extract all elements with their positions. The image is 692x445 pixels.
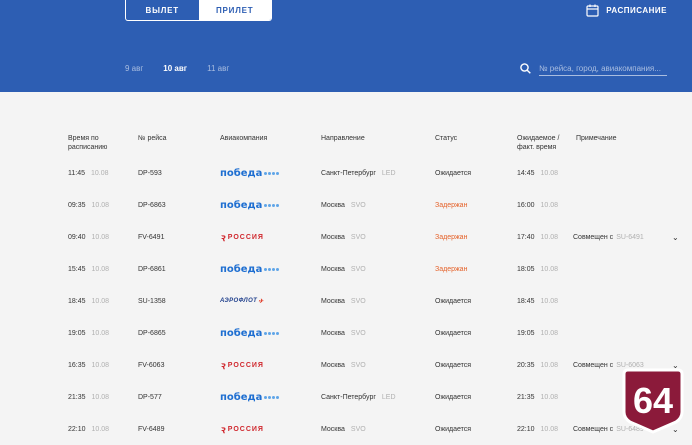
table-row[interactable]: 11:45 10.08 DP-593 победа Санкт-Петербург LED… xyxy=(0,157,692,189)
scheduled-time: 09:40 10.08 xyxy=(68,233,110,241)
status-text: Ожидается xyxy=(435,361,472,369)
status-text: Ожидается xyxy=(435,393,472,401)
arrival-tab[interactable]: ПРИЛЕТ xyxy=(198,0,271,20)
header-flight: № рейса xyxy=(138,135,167,142)
airline-cell: победа xyxy=(220,253,280,285)
region-64-badge: 64 xyxy=(622,368,684,434)
expected-time: 18:45 10.08 xyxy=(517,297,559,305)
date-tabs: 9 авг 10 авг 11 авг xyxy=(125,64,249,73)
expected-time: 17:40 10.08 xyxy=(517,233,559,241)
direction-cell: Москва SVO xyxy=(321,361,366,369)
expected-time: 21:35 10.08 xyxy=(517,393,559,401)
direction-cell: Москва SVO xyxy=(321,425,366,433)
table-row[interactable]: 15:45 10.08 DP-6861 победа Москва SVO Задержан… xyxy=(0,253,692,285)
aeroflot-logo: АЭРОФЛОТ ✈ xyxy=(220,298,264,305)
table-row[interactable]: 09:40 10.08 FV-6491 ꝛ РОССИЯ Москва SVO Задержа… xyxy=(0,221,692,253)
status-text: Ожидается xyxy=(435,169,472,177)
flight-number: FV-6491 xyxy=(138,233,165,241)
status-text: Задержан xyxy=(435,201,468,209)
header-bar: ВЫЛЕТ ПРИЛЕТ РАСПИСАНИЕ 9 авг 10 авг 11 … xyxy=(0,0,692,92)
pobeda-logo: победа xyxy=(220,392,280,403)
scheduled-time: 21:35 10.08 xyxy=(68,393,110,401)
flight-number: FV-6063 xyxy=(138,361,165,369)
status-text: Задержан xyxy=(435,265,468,273)
search-input[interactable] xyxy=(539,62,667,76)
flight-number: DP-6863 xyxy=(138,201,166,209)
flight-number: FV-6489 xyxy=(138,425,165,433)
search-box xyxy=(520,62,667,76)
expected-time: 16:00 10.08 xyxy=(517,201,559,209)
direction-cell: Москва SVO xyxy=(321,265,366,273)
status-text: Задержан xyxy=(435,233,468,241)
expected-time: 22:10 10.08 xyxy=(517,425,559,433)
calendar-icon xyxy=(586,4,599,17)
flight-number: DP-6865 xyxy=(138,329,166,337)
rossiya-logo: ꝛ РОССИЯ xyxy=(220,233,264,244)
expected-time: 14:45 10.08 xyxy=(517,169,559,177)
header-note: Примечание xyxy=(576,135,617,142)
direction-cell: Санкт-Петербург LED xyxy=(321,169,396,177)
table-row[interactable]: 22:10 10.08 FV-6489 ꝛ РОССИЯ Москва SVO Ожидает… xyxy=(0,413,692,445)
header-scheduled: Время по расписанию xyxy=(68,135,108,151)
header-airline: Авиакомпания xyxy=(220,135,268,142)
chevron-down-icon[interactable]: ⌄ xyxy=(672,221,679,253)
table-row[interactable]: 21:35 10.08 DP-577 победа Санкт-Петербург LED… xyxy=(0,381,692,413)
direction-cell: Москва SVO xyxy=(321,201,366,209)
table-row[interactable]: 16:35 10.08 FV-6063 ꝛ РОССИЯ Москва SVO Ожидает… xyxy=(0,349,692,381)
pobeda-logo: победа xyxy=(220,168,280,179)
badge-text: 64 xyxy=(633,380,673,421)
table-row[interactable]: 09:35 10.08 DP-6863 победа Москва SVO Задержан… xyxy=(0,189,692,221)
expected-time: 18:05 10.08 xyxy=(517,265,559,273)
expected-time: 20:35 10.08 xyxy=(517,361,559,369)
scheduled-time: 11:45 10.08 xyxy=(68,169,109,177)
pobeda-logo: победа xyxy=(220,200,280,211)
table-row[interactable]: 18:45 10.08 SU-1358 АЭРОФЛОТ ✈ Москва SVO Ожида… xyxy=(0,285,692,317)
airline-cell: победа xyxy=(220,189,280,221)
rossiya-logo: ꝛ РОССИЯ xyxy=(220,425,264,436)
flight-number: DP-6861 xyxy=(138,265,166,273)
airline-cell: победа xyxy=(220,317,280,349)
direction-cell: Москва SVO xyxy=(321,329,366,337)
status-text: Ожидается xyxy=(435,297,472,305)
airline-cell: ꝛ РОССИЯ xyxy=(220,349,264,381)
search-icon xyxy=(520,63,531,74)
pobeda-logo: победа xyxy=(220,264,280,275)
schedule-label: РАСПИСАНИЕ xyxy=(606,6,667,15)
departure-tab[interactable]: ВЫЛЕТ xyxy=(126,0,199,20)
header-expected: Ожидаемое / факт. время xyxy=(517,135,560,151)
scheduled-time: 15:45 10.08 xyxy=(68,265,110,273)
expected-time: 19:05 10.08 xyxy=(517,329,559,337)
date-tab-prev[interactable]: 9 авг xyxy=(125,64,143,73)
scheduled-time: 09:35 10.08 xyxy=(68,201,110,209)
direction-cell: Москва SVO xyxy=(321,297,366,305)
scheduled-time: 18:45 10.08 xyxy=(68,297,110,305)
airline-cell: ꝛ РОССИЯ xyxy=(220,413,264,445)
airline-cell: победа xyxy=(220,381,280,413)
date-tab-next[interactable]: 11 авг xyxy=(207,64,229,73)
note-cell: Совмещен с SU-6491 xyxy=(573,233,644,241)
pobeda-logo: победа xyxy=(220,328,280,339)
date-tab-current[interactable]: 10 авг xyxy=(163,64,187,73)
table-row[interactable]: 19:05 10.08 DP-6865 победа Москва SVO Ожидаетс… xyxy=(0,317,692,349)
airline-cell: АЭРОФЛОТ ✈ xyxy=(220,285,264,317)
airline-cell: ꝛ РОССИЯ xyxy=(220,221,264,253)
flight-number: DP-593 xyxy=(138,169,162,177)
header-status: Статус xyxy=(435,135,458,142)
schedule-button[interactable]: РАСПИСАНИЕ xyxy=(586,4,667,17)
direction-cell: Санкт-Петербург LED xyxy=(321,393,396,401)
airline-cell: победа xyxy=(220,157,280,189)
header-direction: Направление xyxy=(321,135,365,142)
scheduled-time: 16:35 10.08 xyxy=(68,361,110,369)
direction-toggle: ВЫЛЕТ ПРИЛЕТ xyxy=(125,0,272,21)
flight-number: DP-577 xyxy=(138,393,162,401)
flight-number: SU-1358 xyxy=(138,297,166,305)
status-text: Ожидается xyxy=(435,329,472,337)
scheduled-time: 19:05 10.08 xyxy=(68,329,110,337)
rossiya-logo: ꝛ РОССИЯ xyxy=(220,361,264,372)
status-text: Ожидается xyxy=(435,425,472,433)
direction-cell: Москва SVO xyxy=(321,233,366,241)
scheduled-time: 22:10 10.08 xyxy=(68,425,110,433)
